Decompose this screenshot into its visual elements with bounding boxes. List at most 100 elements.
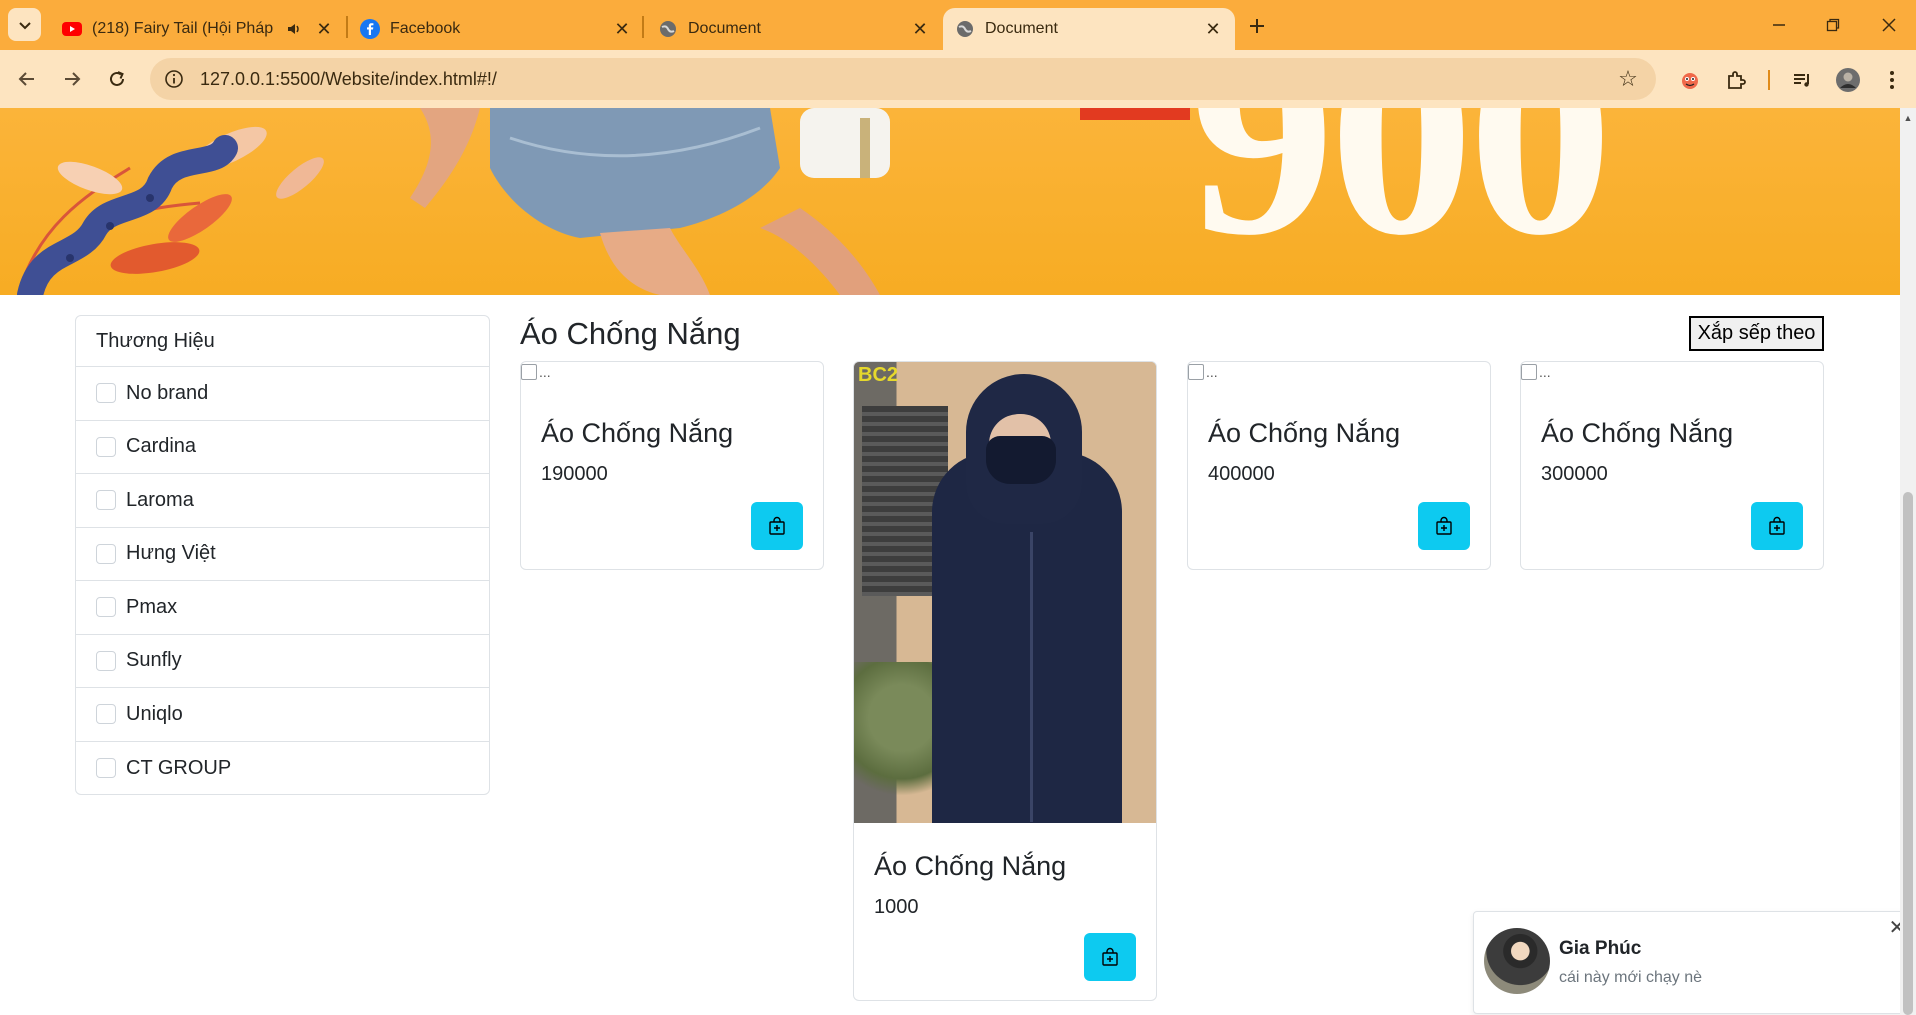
address-bar[interactable]: 127.0.0.1:5500/Website/index.html#!/ ☆ [150,58,1656,100]
minimize-button[interactable] [1756,8,1802,42]
close-tab-icon[interactable]: ✕ [910,19,930,39]
brand-checkbox[interactable] [96,543,116,564]
brand-option-laroma[interactable]: Laroma [76,474,489,528]
product-image: ... [1521,362,1823,390]
product-card[interactable]: ... Áo Chống Nắng 300000 [1520,361,1824,570]
scrollbar-thumb[interactable] [1903,492,1913,1015]
new-tab-button[interactable] [1242,12,1272,40]
arrow-left-icon [18,72,34,86]
brand-option-no-brand[interactable]: No brand [76,367,489,421]
add-to-cart-button[interactable] [1084,933,1136,981]
tab-title: Facebook [390,20,461,37]
brand-option-cardina[interactable]: Cardina [76,421,489,474]
chat-notification-toast[interactable]: Gia Phúc cái này mới chạy nè ✕ [1473,911,1915,1014]
close-window-button[interactable] [1866,8,1912,42]
brand-label: Hưng Việt [126,542,216,565]
brand-filter-title: Thương Hiệu [76,316,489,367]
product-image: ... [521,362,823,390]
tab-facebook[interactable]: Facebook ✕ [348,8,644,50]
photo-zipper [1030,532,1033,822]
photo-watermark: BC2 [858,364,899,386]
arrow-right-icon [65,72,81,86]
reload-icon [110,71,124,86]
brand-option-hung-viet[interactable]: Hưng Việt [76,528,489,581]
page-scrollbar[interactable]: ▲ [1900,108,1916,1015]
add-to-cart-button[interactable] [1418,502,1470,550]
extensions-puzzle-icon[interactable] [1720,64,1752,96]
plus-icon [1250,19,1264,33]
scroll-up-arrow-icon[interactable]: ▲ [1900,110,1916,126]
sender-avatar [1484,928,1550,994]
tab-search-button[interactable] [8,8,41,41]
add-to-cart-button[interactable] [751,502,803,550]
promo-banner: 900 [0,108,1900,295]
globe-icon [658,19,678,39]
product-name: Áo Chống Nắng [874,851,1067,881]
more-menu-icon[interactable] [1876,64,1908,96]
product-image: ... [1188,362,1490,390]
product-price: 190000 [541,463,608,485]
banner-decor-leaves [17,126,324,295]
tab-title: (218) Fairy Tail (Hội Pháp Sư [92,20,278,37]
close-tab-icon[interactable]: ✕ [612,19,632,39]
profile-avatar[interactable] [1832,64,1864,96]
product-card[interactable]: ... Áo Chống Nắng 400000 [1187,361,1491,570]
brand-option-uniqlo[interactable]: Uniqlo [76,688,489,742]
reload-button[interactable] [100,62,134,96]
image-alt-text: ... [1539,364,1551,380]
product-image: BC2 [854,362,1156,823]
image-alt-text: ... [539,364,551,380]
page-viewport: 900 Thương Hiệu No brand Cardina Laroma [0,108,1916,1015]
tab-youtube[interactable]: (218) Fairy Tail (Hội Pháp Sư ✕ [50,8,346,50]
bookmark-star-icon[interactable]: ☆ [1612,63,1644,95]
tab-separator [642,16,644,38]
bag-plus-icon [1769,516,1785,535]
sort-button[interactable]: Xắp sếp theo [1689,316,1824,351]
product-card[interactable]: ... Áo Chống Nắng 190000 [520,361,824,570]
globe-icon [955,19,975,39]
site-info-icon[interactable] [160,65,188,93]
brand-checkbox[interactable] [96,597,116,618]
tab-document-1[interactable]: Document ✕ [646,8,942,50]
product-price: 300000 [1541,463,1608,485]
brand-checkbox[interactable] [96,490,116,511]
image-alt-text: ... [1206,364,1218,380]
close-icon [1882,18,1896,32]
banner-promo-number: 900 [1190,108,1613,295]
category-title: Áo Chống Nắng [520,316,741,351]
brand-option-ct-group[interactable]: CT GROUP [76,742,489,795]
brand-option-sunfly[interactable]: Sunfly [76,635,489,688]
close-tab-icon[interactable]: ✕ [1203,19,1223,39]
brand-label: Uniqlo [126,702,183,725]
brand-label: Cardina [126,435,197,458]
broken-image-icon [1521,364,1537,380]
brand-checkbox[interactable] [96,704,116,725]
browser-toolbar: 127.0.0.1:5500/Website/index.html#!/ ☆ [0,50,1916,108]
facebook-icon [360,19,380,39]
banner-model-legs [410,108,890,295]
back-button[interactable] [10,62,44,96]
brand-label: Laroma [126,488,194,511]
brand-option-pmax[interactable]: Pmax [76,581,489,635]
forward-button[interactable] [55,62,89,96]
product-card[interactable]: BC2 Áo Chống Nắng 1000 [853,361,1157,1001]
youtube-icon [62,19,82,39]
brand-label: No brand [126,381,209,404]
bag-plus-icon [769,516,785,535]
media-control-icon[interactable] [1786,64,1818,96]
close-tab-icon[interactable]: ✕ [314,19,334,39]
tab-title: Document [985,20,1058,37]
brand-checkbox[interactable] [96,383,116,404]
brand-checkbox[interactable] [96,650,116,671]
brand-checkbox[interactable] [96,436,116,457]
brand-checkbox[interactable] [96,758,116,779]
product-name: Áo Chống Nắng [541,418,734,448]
extension-ladybug-icon[interactable] [1674,64,1706,96]
speaker-icon[interactable] [284,19,304,39]
tab-title: Document [688,20,761,37]
add-to-cart-button[interactable] [1751,502,1803,550]
brand-label: Pmax [126,595,178,618]
url-text[interactable]: 127.0.0.1:5500/Website/index.html#!/ [200,69,1612,90]
tab-document-active[interactable]: Document ✕ [943,8,1235,50]
restore-button[interactable] [1810,8,1856,42]
